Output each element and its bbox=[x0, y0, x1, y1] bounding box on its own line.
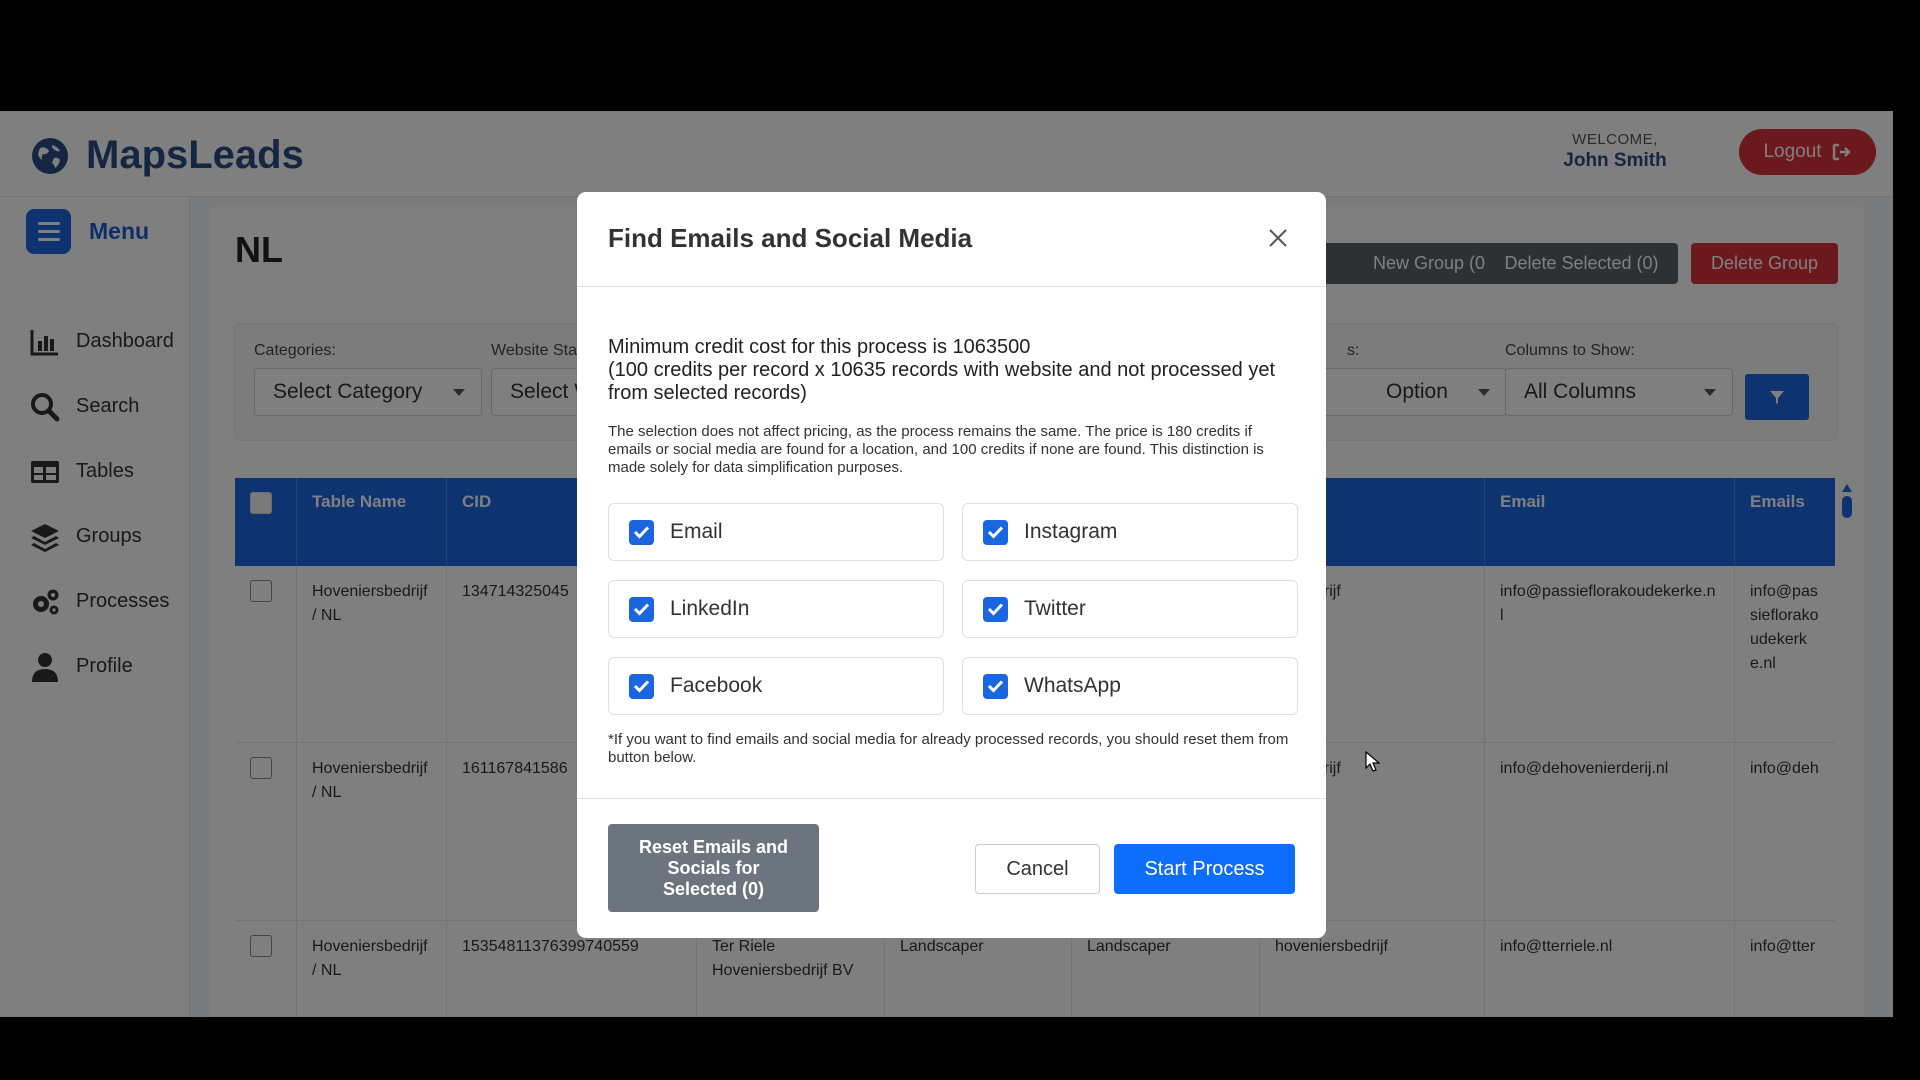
check-icon bbox=[987, 603, 1004, 616]
facebook-checkbox[interactable] bbox=[629, 673, 654, 699]
check-icon bbox=[987, 526, 1004, 539]
option-email[interactable]: Email bbox=[608, 503, 944, 561]
option-label: WhatsApp bbox=[1024, 674, 1121, 697]
reset-note: *If you want to find emails and social m… bbox=[608, 731, 1289, 766]
option-linkedin[interactable]: LinkedIn bbox=[608, 580, 944, 638]
twitter-checkbox[interactable] bbox=[983, 596, 1008, 622]
option-facebook[interactable]: Facebook bbox=[608, 657, 944, 715]
check-icon bbox=[987, 680, 1004, 693]
start-process-button[interactable]: Start Process bbox=[1114, 844, 1295, 894]
email-checkbox[interactable] bbox=[629, 519, 654, 545]
check-icon bbox=[633, 603, 650, 616]
option-whatsapp[interactable]: WhatsApp bbox=[962, 657, 1298, 715]
close-button[interactable] bbox=[1263, 224, 1293, 254]
option-twitter[interactable]: Twitter bbox=[962, 580, 1298, 638]
option-label: Facebook bbox=[670, 674, 763, 697]
option-label: Instagram bbox=[1024, 520, 1118, 543]
modal-title: Find Emails and Social Media bbox=[608, 223, 973, 253]
option-label: LinkedIn bbox=[670, 597, 750, 620]
modal-body: Minimum credit cost for this process is … bbox=[608, 336, 1298, 477]
whatsapp-checkbox[interactable] bbox=[983, 673, 1008, 699]
pricing-note: The selection does not affect pricing, a… bbox=[608, 423, 1264, 476]
cost-line-1: Minimum credit cost for this process is … bbox=[608, 336, 1031, 358]
linkedin-checkbox[interactable] bbox=[629, 596, 654, 622]
option-label: Email bbox=[670, 520, 723, 543]
instagram-checkbox[interactable] bbox=[983, 519, 1008, 545]
reset-emails-button[interactable]: Reset Emails and Socials for Selected (0… bbox=[608, 824, 819, 912]
option-instagram[interactable]: Instagram bbox=[962, 503, 1298, 561]
modal-header: Find Emails and Social Media bbox=[577, 192, 1326, 287]
check-icon bbox=[633, 526, 650, 539]
cost-line-2: (100 credits per record x 10635 records … bbox=[608, 359, 1276, 404]
cancel-button[interactable]: Cancel bbox=[975, 844, 1100, 894]
mouse-cursor-icon bbox=[1365, 751, 1381, 772]
check-icon bbox=[633, 680, 650, 693]
close-icon bbox=[1269, 228, 1287, 247]
screen: MapsLeads WELCOME, John Smith Logout Men… bbox=[0, 0, 1920, 1080]
modal-footer: Reset Emails and Socials for Selected (0… bbox=[577, 798, 1326, 938]
find-emails-modal: Find Emails and Social Media Minimum cre… bbox=[577, 192, 1326, 938]
option-label: Twitter bbox=[1024, 597, 1086, 620]
